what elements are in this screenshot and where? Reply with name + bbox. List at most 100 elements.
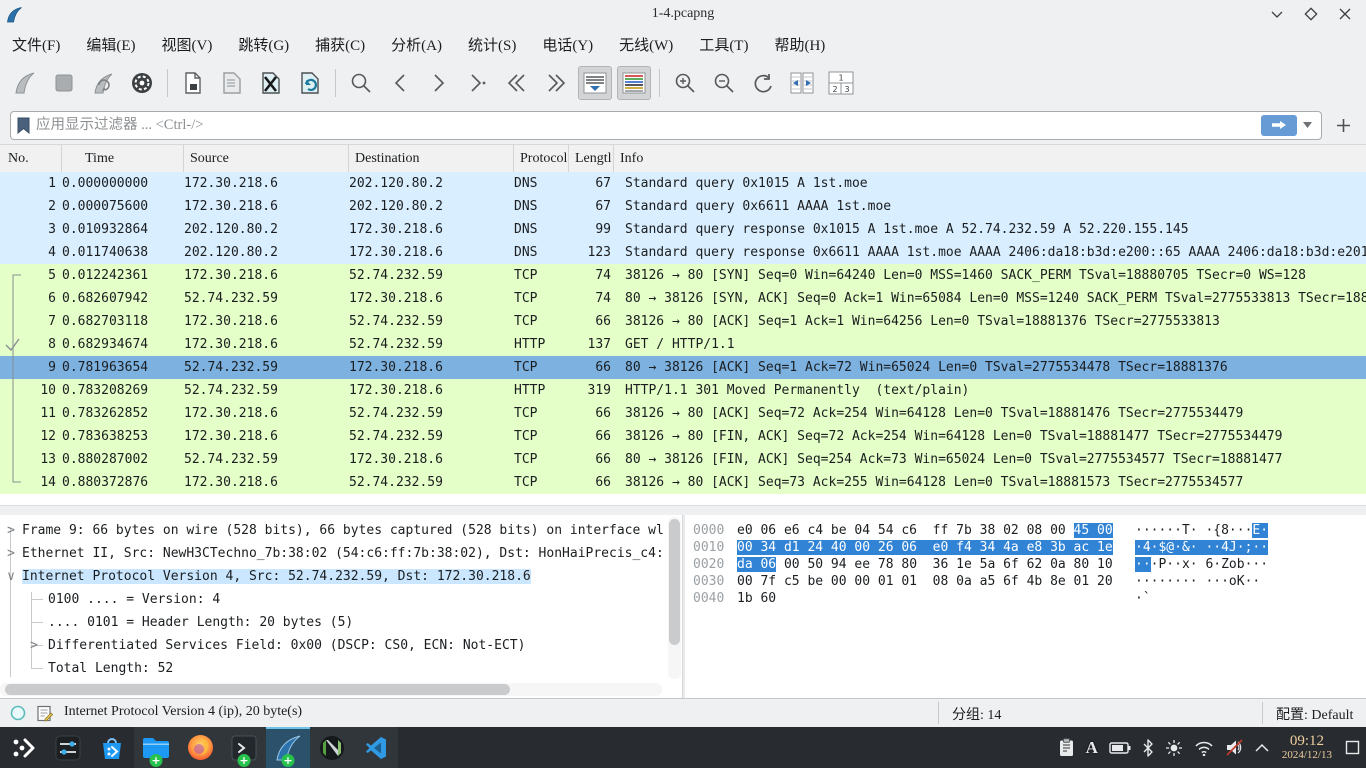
menu-item-11[interactable]: 帮助(H) [774, 34, 825, 55]
clock-widget[interactable]: 09:12 2024/12/13 [1282, 734, 1332, 761]
scrollbar-thumb[interactable] [5, 684, 510, 695]
hex-row-0000[interactable]: 0000e0 06 e6 c4 be 04 54 c6 ff 7b 38 02 … [685, 522, 1366, 539]
terminal-task[interactable]: + [222, 727, 266, 768]
maximize-button[interactable] [1294, 1, 1328, 27]
hex-row-0020[interactable]: 0020da 06 00 50 94 ee 78 80 36 1e 5a 6f … [685, 556, 1366, 573]
go-first-packet-button[interactable] [500, 66, 534, 100]
capture-options-button[interactable] [125, 66, 159, 100]
details-horizontal-scrollbar[interactable] [0, 683, 662, 696]
battery-icon[interactable] [1109, 742, 1131, 754]
go-to-packet-button[interactable] [461, 66, 495, 100]
collapse-arrow-icon[interactable]: ∨ [4, 565, 18, 588]
start-capture-button[interactable] [8, 66, 42, 100]
details-vertical-scrollbar[interactable] [668, 517, 681, 679]
hex-row-0010[interactable]: 001000 34 d1 24 40 00 26 06 e0 f4 34 4a … [685, 539, 1366, 556]
profile-status[interactable]: 配置: Default [1276, 704, 1353, 724]
menu-item-8[interactable]: 电话(Y) [542, 34, 593, 55]
menu-item-9[interactable]: 无线(W) [619, 34, 673, 55]
add-filter-button[interactable] [1330, 112, 1356, 138]
expert-info-icon[interactable] [10, 705, 26, 721]
close-file-button[interactable] [254, 66, 288, 100]
detail-line-2[interactable]: >Ethernet II, Src: NewH3CTechno_7b:38:02… [0, 542, 664, 565]
expand-arrow-icon[interactable]: > [4, 519, 18, 542]
discover-button[interactable] [90, 727, 134, 768]
packet-row-4[interactable]: 40.011740638202.120.80.2172.30.218.6DNS1… [0, 241, 1366, 264]
column-header-3[interactable]: Source [184, 145, 349, 173]
go-last-packet-button[interactable] [539, 66, 573, 100]
clipboard-icon[interactable] [1058, 738, 1075, 757]
numbered-columns-button[interactable]: 123 [824, 66, 858, 100]
menu-item-2[interactable]: 编辑(E) [86, 34, 135, 55]
packet-row-3[interactable]: 30.010932864202.120.80.2172.30.218.6DNS9… [0, 218, 1366, 241]
packet-row-1[interactable]: 10.000000000172.30.218.6202.120.80.2DNS6… [0, 172, 1366, 195]
stop-capture-button[interactable] [47, 66, 81, 100]
scrollbar-thumb[interactable] [669, 519, 680, 645]
column-header-4[interactable]: Destination [349, 145, 514, 173]
menu-item-10[interactable]: 工具(T) [699, 34, 748, 55]
volume-muted-icon[interactable] [1225, 739, 1244, 756]
zoom-out-button[interactable] [707, 66, 741, 100]
packet-row-12[interactable]: 120.783638253172.30.218.652.74.232.59TCP… [0, 425, 1366, 448]
column-header-5[interactable]: Protocol [514, 145, 569, 173]
capture-comment-icon[interactable] [36, 705, 53, 722]
detail-line-1[interactable]: >Frame 9: 66 bytes on wire (528 bits), 6… [0, 519, 664, 542]
file-manager-task[interactable]: + [134, 727, 178, 768]
brightness-icon[interactable] [1165, 739, 1183, 757]
restart-capture-button[interactable] [86, 66, 120, 100]
packet-row-6[interactable]: 60.68260794252.74.232.59172.30.218.6TCP7… [0, 287, 1366, 310]
bluetooth-icon[interactable] [1142, 739, 1154, 757]
reload-file-button[interactable] [293, 66, 327, 100]
detail-line-7[interactable]: Total Length: 52 [0, 657, 664, 680]
detail-line-6[interactable]: >Differentiated Services Field: 0x00 (DS… [0, 634, 664, 657]
show-desktop-button[interactable] [1345, 740, 1360, 755]
resize-columns-button[interactable] [785, 66, 819, 100]
find-packet-button[interactable] [344, 66, 378, 100]
filter-dropdown-caret-icon[interactable] [1303, 122, 1312, 128]
colorize-button[interactable] [617, 66, 651, 100]
packet-row-5[interactable]: 50.012242361172.30.218.652.74.232.59TCP7… [0, 264, 1366, 287]
expand-arrow-icon[interactable]: > [27, 634, 41, 657]
hex-row-0030[interactable]: 003000 7f c5 be 00 00 01 01 08 0a a5 6f … [685, 573, 1366, 590]
zoom-in-button[interactable] [668, 66, 702, 100]
go-forward-button[interactable] [422, 66, 456, 100]
packet-row-14[interactable]: 140.880372876172.30.218.652.74.232.59TCP… [0, 471, 1366, 494]
detail-line-4[interactable]: 0100 .... = Version: 4 [0, 588, 664, 611]
app-launcher-button[interactable] [0, 727, 46, 768]
wifi-icon[interactable] [1194, 740, 1214, 756]
zoom-reset-button[interactable] [746, 66, 780, 100]
hex-row-0040[interactable]: 00401b 60·` [685, 590, 1366, 607]
wireshark-task[interactable]: + [266, 727, 310, 768]
packet-row-7[interactable]: 70.682703118172.30.218.652.74.232.59TCP6… [0, 310, 1366, 333]
packet-row-8[interactable]: 80.682934674172.30.218.652.74.232.59HTTP… [0, 333, 1366, 356]
save-file-button[interactable] [215, 66, 249, 100]
packet-row-10[interactable]: 100.78320826952.74.232.59172.30.218.6HTT… [0, 379, 1366, 402]
menu-item-5[interactable]: 捕获(C) [315, 34, 365, 55]
column-header-6[interactable]: Lengtl [569, 145, 614, 173]
neovim-task[interactable] [310, 727, 354, 768]
expand-arrow-icon[interactable]: > [4, 542, 18, 565]
auto-scroll-button[interactable] [578, 66, 612, 100]
display-filter-input[interactable] [34, 116, 1261, 135]
keyboard-layout-indicator[interactable]: A [1086, 738, 1098, 758]
apply-filter-button[interactable] [1261, 115, 1297, 136]
menu-item-3[interactable]: 视图(V) [162, 34, 213, 55]
detail-line-5[interactable]: .... 0101 = Header Length: 20 bytes (5) [0, 611, 664, 634]
menu-item-6[interactable]: 分析(A) [391, 34, 442, 55]
detail-line-3[interactable]: ∨Internet Protocol Version 4, Src: 52.74… [0, 565, 664, 588]
packet-row-13[interactable]: 130.88028700252.74.232.59172.30.218.6TCP… [0, 448, 1366, 471]
column-header-1[interactable]: No. [0, 145, 62, 173]
firefox-task[interactable] [178, 727, 222, 768]
menu-item-7[interactable]: 统计(S) [468, 34, 516, 55]
minimize-button[interactable] [1260, 1, 1294, 27]
go-back-button[interactable] [383, 66, 417, 100]
tray-expander-icon[interactable] [1255, 743, 1269, 752]
close-button[interactable] [1328, 1, 1362, 27]
bookmark-icon[interactable] [17, 117, 30, 134]
column-header-2[interactable]: Time [62, 145, 184, 173]
open-file-button[interactable] [176, 66, 210, 100]
menu-item-4[interactable]: 跳转(G) [238, 34, 289, 55]
menu-item-1[interactable]: 文件(F) [12, 34, 60, 55]
column-header-7[interactable]: Info [614, 145, 1366, 173]
packet-row-2[interactable]: 20.000075600172.30.218.6202.120.80.2DNS6… [0, 195, 1366, 218]
packet-row-11[interactable]: 110.783262852172.30.218.652.74.232.59TCP… [0, 402, 1366, 425]
